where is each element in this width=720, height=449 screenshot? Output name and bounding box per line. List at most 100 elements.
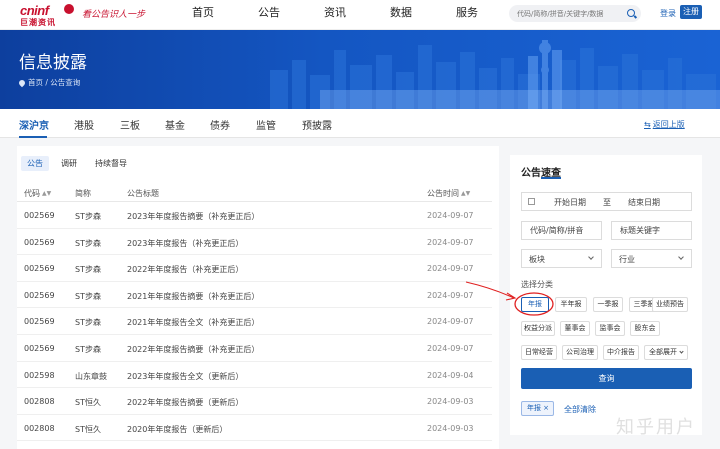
search-input[interactable] [517, 5, 622, 22]
end-date[interactable]: 结束日期 [628, 197, 660, 208]
login-link[interactable]: 登录 [660, 8, 676, 19]
category-forecast[interactable]: 业绩预告 [652, 297, 688, 312]
cell-code: 002569 [24, 211, 55, 220]
tab-shsz[interactable]: 深沪京 [19, 117, 49, 132]
cninfo-logo[interactable]: cninf 巨潮资讯 [20, 3, 74, 27]
clear-all-link[interactable]: 全部清除 [564, 404, 596, 415]
calendar-icon [528, 198, 535, 205]
cell-title[interactable]: 2023年年度报告全文（更新后） [127, 371, 243, 382]
register-button[interactable]: 注册 [680, 5, 702, 19]
announcement-list-panel: 公告 调研 持续督导 代码 ▲▼ 简称 公告标题 公告时间 ▲▼ 002569 ST步… [17, 146, 499, 449]
category-semi-annual[interactable]: 半年报 [555, 297, 587, 312]
col-time[interactable]: 公告时间 ▲▼ [427, 188, 470, 199]
tab-hk[interactable]: 港股 [74, 117, 94, 132]
cell-name: ST步森 [75, 265, 101, 275]
subtab-research[interactable]: 调研 [55, 156, 83, 171]
start-date[interactable]: 开始日期 [554, 197, 586, 208]
nav-news[interactable]: 资讯 [324, 0, 390, 30]
cell-name: ST步森 [75, 318, 101, 328]
cell-title[interactable]: 2022年年度报告摘要（补充更正后） [127, 344, 259, 355]
category-operations[interactable]: 日常经营 [521, 345, 557, 360]
category-governance[interactable]: 公司治理 [562, 345, 598, 360]
cell-time: 2024-09-07 [427, 317, 474, 327]
category-dividend[interactable]: 权益分派 [521, 321, 555, 336]
category-shareholders[interactable]: 股东会 [630, 321, 660, 336]
table-row[interactable]: 002569 ST步森 2022年年度报告（补充更正后） 2024-09-07 [17, 255, 492, 282]
table-row[interactable]: 002808 ST恒久 2020年年度报告（更新后） 2024-09-03 [17, 415, 492, 442]
tab-pre-disclosure[interactable]: 预披露 [302, 117, 332, 132]
quick-search-panel: 公告速查 开始日期 至 结束日期 板块 行业 选择分类 年报 半年报 一季报 三… [510, 155, 702, 435]
cell-name: ST步森 [75, 345, 101, 354]
cell-time: 2024-09-07 [427, 211, 474, 220]
city-skyline-illustration [270, 40, 720, 109]
cell-name: ST步森 [75, 212, 101, 221]
cell-code: 002569 [24, 237, 55, 247]
expand-all-button[interactable]: 全部展开 [644, 345, 688, 360]
cell-title[interactable]: 2022年年度报告（补充更正后） [127, 264, 243, 275]
industry-select[interactable]: 行业 [611, 249, 692, 268]
cell-title[interactable]: 2022年年度报告摘要（更新后） [127, 397, 243, 408]
tab-neeq[interactable]: 三板 [120, 117, 140, 132]
category-q1[interactable]: 一季报 [593, 297, 623, 312]
category-board[interactable]: 董事会 [560, 321, 590, 336]
keyword-input[interactable] [611, 221, 692, 240]
cell-code: 002569 [24, 317, 55, 327]
table-row[interactable]: 002569 ST步森 2021年年度报告全文（补充更正后） 2024-09-07 [17, 308, 492, 335]
col-title: 公告标题 [127, 189, 159, 198]
cell-title[interactable]: 2021年年度报告全文（补充更正后） [127, 317, 259, 328]
cell-code: 002598 [24, 370, 55, 380]
page-banner: 信息披露 首页 / 公告查询 [0, 30, 720, 109]
cell-title[interactable]: 2020年年度报告（更新后） [127, 424, 227, 435]
plate-select[interactable]: 板块 [521, 249, 602, 268]
cell-time: 2024-09-03 [427, 397, 474, 407]
cell-code: 002569 [24, 264, 55, 274]
tab-regulation[interactable]: 监管 [256, 117, 276, 132]
page-title: 信息披露 [19, 53, 87, 73]
breadcrumb-text[interactable]: 首页 / 公告查询 [28, 77, 80, 88]
category-intermediary[interactable]: 中介报告 [603, 345, 639, 360]
breadcrumb: 首页 / 公告查询 [17, 77, 80, 88]
cell-name: ST步森 [75, 238, 101, 248]
logo-wordmark: cninf [20, 3, 49, 18]
cell-name: ST步森 [75, 291, 101, 301]
table-row[interactable]: 002808 ST恒久 2022年年度报告摘要（更新后） 2024-09-03 [17, 388, 492, 415]
code-input[interactable] [521, 221, 602, 240]
logo-swirl-icon [64, 4, 74, 14]
search-icon[interactable] [627, 9, 635, 17]
back-link-label: 返回上版 [652, 120, 685, 129]
subtab-supervision[interactable]: 持续督导 [89, 156, 133, 171]
close-icon[interactable]: × [543, 402, 549, 415]
cell-code: 002808 [24, 397, 55, 407]
table-header: 代码 ▲▼ 简称 公告标题 公告时间 ▲▼ [17, 184, 492, 202]
date-range-picker[interactable]: 开始日期 至 结束日期 [521, 192, 692, 211]
back-to-old-version-link[interactable]: ⇆ 返回上版 [644, 119, 685, 130]
category-supervisors[interactable]: 监事会 [595, 321, 625, 336]
query-button[interactable]: 查询 [521, 368, 692, 389]
chevron-down-icon [678, 254, 684, 260]
category-annual-report[interactable]: 年报 [521, 297, 549, 312]
cell-title[interactable]: 2023年年度报告摘要（补充更正后） [127, 211, 259, 222]
nav-announcements[interactable]: 公告 [258, 0, 324, 30]
category-label: 选择分类 [521, 280, 553, 289]
cell-time: 2024-09-04 [427, 370, 474, 380]
tab-bond[interactable]: 债券 [210, 117, 230, 132]
chevron-down-icon [588, 254, 594, 260]
subtab-announcements[interactable]: 公告 [21, 156, 49, 171]
table-row[interactable]: 002598 山东章鼓 2023年年度报告全文（更新后） 2024-09-04 [17, 362, 492, 389]
table-row[interactable]: 002569 ST步森 2023年年度报告摘要（补充更正后） 2024-09-07 [17, 202, 492, 229]
sort-icon: ▲▼ [42, 190, 52, 197]
cell-title[interactable]: 2023年年度报告（补充更正后） [127, 238, 243, 249]
table-row[interactable]: 002569 ST步森 2021年年度报告摘要（补充更正后） 2024-09-07 [17, 282, 492, 309]
cell-title[interactable]: 2021年年度报告摘要（补充更正后） [127, 291, 259, 302]
nav-data[interactable]: 数据 [390, 0, 456, 30]
top-navbar: cninf 巨潮资讯 看公告识人一步 首页 公告 资讯 数据 服务 登录 注册 [0, 0, 720, 30]
col-code[interactable]: 代码 ▲▼ [24, 188, 51, 199]
table-row[interactable]: 002569 ST步森 2023年年度报告（补充更正后） 2024-09-07 [17, 229, 492, 256]
cell-name: 山东章鼓 [75, 371, 107, 381]
location-pin-icon [17, 78, 27, 87]
sub-tabs: 公告 调研 持续督导 [21, 156, 133, 171]
nav-home[interactable]: 首页 [192, 0, 258, 30]
table-row[interactable]: 002569 ST步森 2022年年度报告摘要（补充更正后） 2024-09-07 [17, 335, 492, 362]
cell-name: ST恒久 [75, 424, 101, 434]
tab-fund[interactable]: 基金 [165, 117, 185, 132]
